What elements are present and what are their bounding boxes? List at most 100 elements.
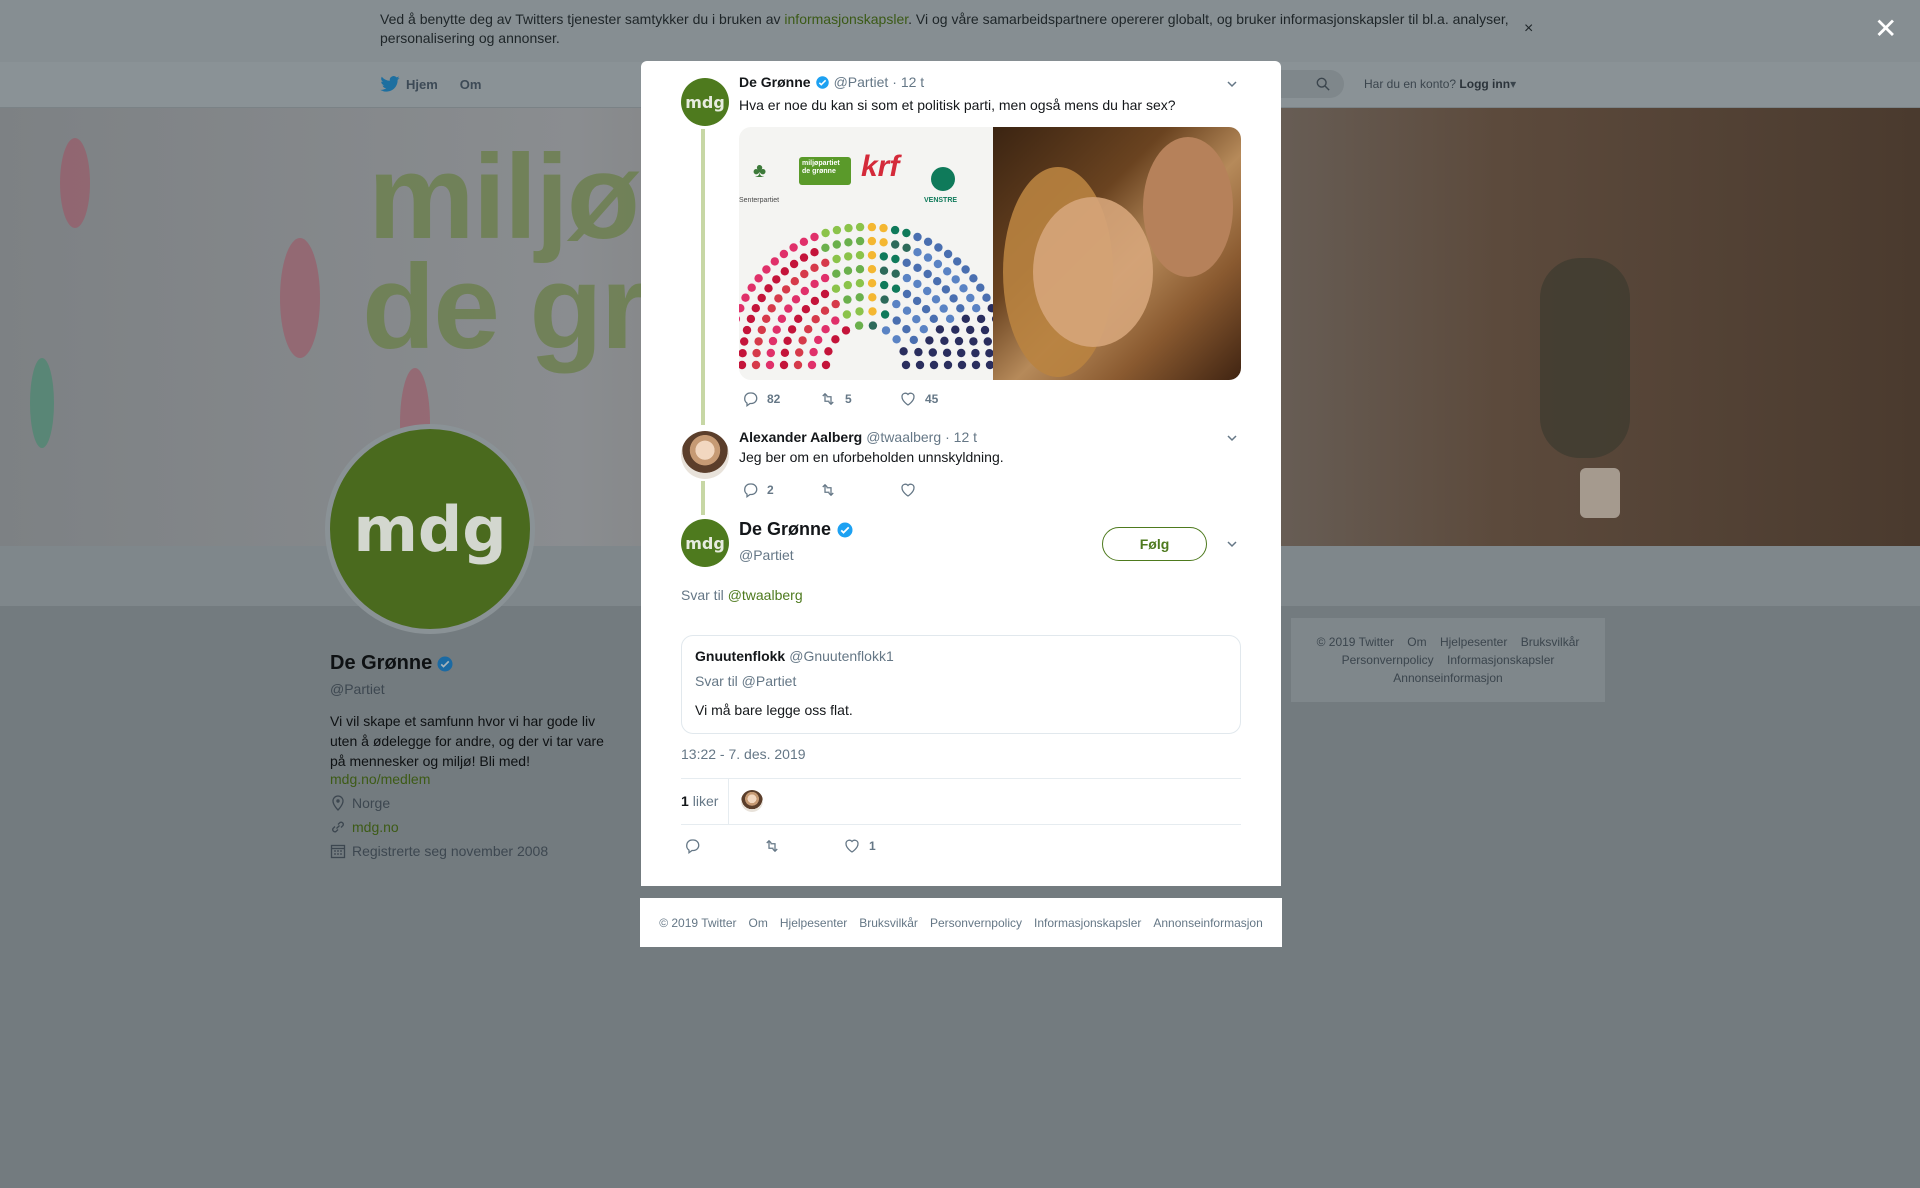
- cookie-text: Ved å benytte deg av Twitters tjenester …: [380, 10, 1520, 48]
- seat-dot: [951, 325, 960, 334]
- seat-dot: [754, 274, 763, 283]
- seat-dot: [902, 289, 912, 299]
- tweet-timestamp[interactable]: 13:22 - 7. des. 2019: [681, 746, 806, 762]
- footer-link[interactable]: Informasjonskapsler: [1447, 653, 1554, 667]
- seat-dot: [867, 279, 877, 288]
- profile-website-link[interactable]: mdg.no: [352, 819, 399, 835]
- retweet-button[interactable]: 5: [819, 390, 899, 408]
- footer-link[interactable]: © 2019 Twitter: [659, 916, 736, 930]
- search-icon[interactable]: [1316, 77, 1330, 91]
- twitter-bird-icon: [380, 76, 400, 92]
- reply-button[interactable]: 2: [741, 481, 819, 499]
- chevron-down-icon[interactable]: [1226, 538, 1238, 550]
- reply-button[interactable]: [683, 837, 763, 855]
- seat-dot: [939, 304, 948, 313]
- nav-home[interactable]: Hjem: [380, 76, 438, 92]
- seat-dot: [754, 337, 763, 346]
- reply-count: 82: [767, 392, 781, 406]
- footer-link[interactable]: Bruksvilkår: [859, 916, 918, 930]
- chevron-down-icon[interactable]: [1226, 78, 1238, 90]
- seat-dot: [746, 314, 756, 324]
- seat-dot: [901, 360, 911, 370]
- seat-dot: [941, 285, 951, 294]
- profile-avatar[interactable]: mdg: [325, 424, 535, 634]
- heart-icon: [901, 483, 915, 497]
- retweet-button[interactable]: [819, 481, 899, 499]
- parliament-chart-image[interactable]: ♣ Senterpartiet miljøpartiet de grønne k…: [739, 127, 993, 380]
- quoted-tweet[interactable]: Gnuutenflokk @Gnuutenflokk1 Svar til @Pa…: [681, 635, 1241, 734]
- footer-link[interactable]: Informasjonskapsler: [1034, 916, 1141, 930]
- seat-dot: [966, 293, 975, 303]
- cookie-link[interactable]: informasjonskapsler: [784, 11, 908, 27]
- tweet-author-name[interactable]: De Grønne: [739, 74, 811, 90]
- profile-handle[interactable]: @Partiet: [330, 681, 620, 697]
- heart-icon: [901, 392, 915, 406]
- nav-about[interactable]: Om: [460, 76, 482, 92]
- tweet-avatar[interactable]: mdg: [681, 519, 729, 567]
- login-button[interactable]: Logg inn: [1459, 77, 1510, 91]
- seat-dot: [881, 326, 891, 335]
- seat-dot: [842, 310, 852, 319]
- tweet-avatar[interactable]: mdg: [681, 78, 729, 126]
- seat-dot: [892, 299, 901, 309]
- tweet-media[interactable]: ♣ Senterpartiet miljøpartiet de grønne k…: [739, 127, 1241, 380]
- tweet-author-handle[interactable]: @twaalberg: [866, 429, 941, 445]
- seat-dot: [969, 274, 978, 283]
- seat-dot: [747, 283, 756, 292]
- footer-link[interactable]: © 2019 Twitter: [1317, 635, 1394, 649]
- profile-bio-link[interactable]: mdg.no/medlem: [330, 771, 620, 787]
- seat-dot: [976, 283, 985, 292]
- tweet-author-handle[interactable]: @Partiet: [834, 74, 889, 90]
- close-icon[interactable]: ✕: [1874, 12, 1897, 45]
- profile-avatar-text: mdg: [353, 492, 507, 566]
- reply-to-user[interactable]: @twaalberg: [728, 587, 803, 603]
- seat-dot: [739, 316, 741, 322]
- tweet-author-name[interactable]: Alexander Aalberg: [739, 429, 862, 445]
- seat-dot: [752, 348, 761, 358]
- follow-button[interactable]: Følg: [1102, 527, 1207, 561]
- seat-dot: [940, 336, 949, 345]
- footer-link[interactable]: Hjelpesenter: [1440, 635, 1507, 649]
- seat-dot: [844, 238, 853, 247]
- seat-dot: [891, 269, 900, 278]
- tweet-time[interactable]: · 12 t: [892, 74, 924, 90]
- seat-dot: [953, 257, 962, 266]
- seat-dot: [945, 314, 955, 323]
- main-tweet-handle[interactable]: @Partiet: [739, 547, 794, 563]
- seat-dot: [923, 286, 932, 296]
- seat-dot: [799, 253, 809, 262]
- footer-link[interactable]: Bruksvilkår: [1521, 635, 1580, 649]
- footer-link[interactable]: Personvernpolicy: [1342, 653, 1434, 667]
- cookie-close-icon[interactable]: ×: [1524, 20, 1533, 38]
- seat-dot: [832, 254, 841, 264]
- tweet-avatar[interactable]: [681, 431, 729, 479]
- footer-link[interactable]: Annonseinformasjon: [1393, 671, 1502, 685]
- footer-link[interactable]: Hjelpesenter: [780, 916, 847, 930]
- likes-count-link[interactable]: 1 liker: [681, 778, 730, 824]
- footer-link[interactable]: Personvernpolicy: [930, 916, 1022, 930]
- footer-link[interactable]: Om: [749, 916, 768, 930]
- cookie-banner: Ved å benytte deg av Twitters tjenester …: [0, 0, 1920, 62]
- reply-button[interactable]: 82: [741, 390, 819, 408]
- footer-link[interactable]: Annonseinformasjon: [1153, 916, 1262, 930]
- profile-name[interactable]: De Grønne: [330, 652, 432, 675]
- like-button[interactable]: 45: [899, 390, 938, 408]
- seat-dot: [956, 304, 965, 313]
- seat-dot: [800, 286, 809, 296]
- profile-joined: Registrerte seg november 2008: [330, 843, 620, 859]
- profile-location-text: Norge: [352, 795, 391, 811]
- banner-plant: [1540, 258, 1630, 458]
- seat-dot: [832, 225, 842, 235]
- profile-location: Norge: [330, 795, 620, 811]
- seat-dot: [807, 360, 817, 370]
- tweet-time[interactable]: · 12 t: [945, 429, 977, 445]
- like-button[interactable]: 1: [843, 837, 876, 855]
- main-tweet-author-name[interactable]: De Grønne: [739, 519, 831, 540]
- chevron-down-icon[interactable]: [1226, 432, 1238, 444]
- couple-photo[interactable]: [993, 127, 1241, 380]
- footer-link[interactable]: Om: [1407, 635, 1426, 649]
- modal-footer: © 2019 Twitter Om Hjelpesenter Bruksvilk…: [640, 898, 1282, 947]
- retweet-button[interactable]: [763, 837, 843, 855]
- like-button[interactable]: [899, 481, 917, 499]
- liker-avatar[interactable]: [741, 790, 764, 812]
